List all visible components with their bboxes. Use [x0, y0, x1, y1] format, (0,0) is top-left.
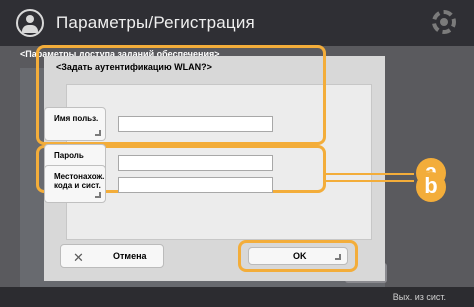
corner-indicator-icon	[335, 254, 341, 260]
callout-line-a	[326, 173, 414, 175]
location-field[interactable]	[118, 177, 273, 193]
password-label: Пароль	[54, 151, 84, 160]
location-label: Местонахож. кода и сист.	[54, 172, 105, 191]
gear-icon[interactable]	[432, 10, 456, 34]
ok-label: OK	[293, 251, 307, 261]
username-button[interactable]: Имя польз.	[44, 107, 106, 141]
username-field[interactable]	[118, 116, 273, 132]
location-button[interactable]: Местонахож. кода и сист.	[44, 165, 106, 203]
cancel-label: Отмена	[113, 251, 147, 261]
callout-badge-b: b	[416, 172, 446, 202]
callout-line-b	[326, 180, 414, 182]
ok-button-highlight: OK	[238, 240, 358, 272]
ok-button[interactable]: OK	[248, 247, 348, 265]
page-title: Параметры/Регистрация	[56, 13, 255, 32]
cancel-button[interactable]: ✕ Отмена	[60, 244, 164, 268]
screen: Параметры/Регистрация <Параметры доступа…	[0, 0, 474, 307]
logout-link[interactable]: Вых. из сист.	[393, 292, 446, 302]
corner-indicator-icon	[95, 192, 101, 198]
corner-indicator-icon	[95, 130, 101, 136]
username-label: Имя польз.	[54, 114, 99, 123]
user-icon	[16, 9, 44, 37]
title-bar: Параметры/Регистрация	[0, 0, 474, 46]
password-field[interactable]	[118, 155, 273, 171]
close-icon: ✕	[73, 250, 84, 265]
